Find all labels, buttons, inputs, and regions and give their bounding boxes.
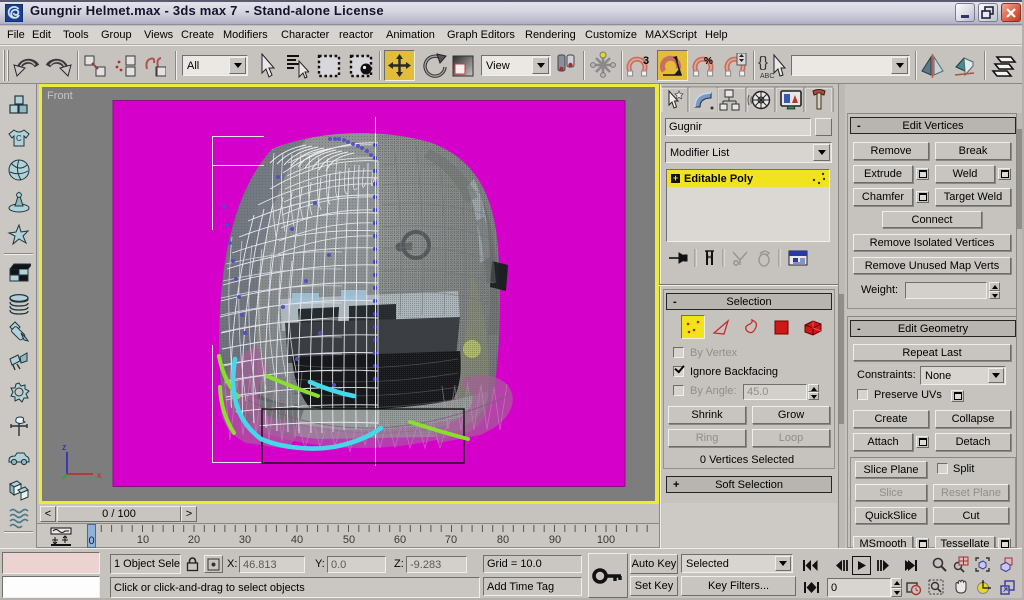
svg-text:C: C — [16, 134, 22, 143]
svg-text:z: z — [62, 442, 67, 452]
svg-text:%: % — [704, 56, 713, 67]
svg-text:3: 3 — [643, 55, 649, 67]
svg-text:{}: {} — [758, 54, 768, 71]
svg-text:x: x — [97, 470, 102, 480]
svg-text:ABC: ABC — [760, 73, 774, 80]
